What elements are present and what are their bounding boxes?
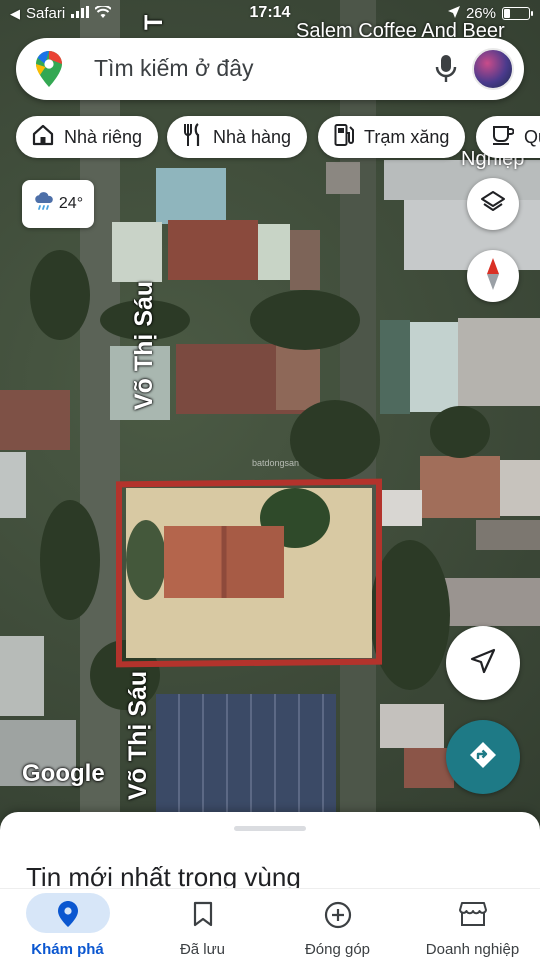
my-location-button[interactable] xyxy=(446,626,520,700)
chip-home[interactable]: Nhà riêng xyxy=(16,116,159,158)
home-icon xyxy=(32,124,54,151)
storefront-icon xyxy=(458,901,487,932)
building xyxy=(436,578,540,626)
nav-business[interactable]: Doanh nghiệp xyxy=(405,889,540,960)
battery-icon xyxy=(502,7,533,20)
compass-button[interactable] xyxy=(467,250,519,302)
location-arrow-icon xyxy=(447,5,460,22)
microphone-icon[interactable] xyxy=(434,54,458,89)
chip-home-label: Nhà riêng xyxy=(64,126,143,147)
add-circle-icon xyxy=(324,901,352,934)
directions-icon xyxy=(468,740,498,775)
chip-gas-station[interactable]: Trạm xăng xyxy=(318,116,466,158)
navigation-arrow-icon xyxy=(470,648,496,679)
chip-restaurant[interactable]: Nhà hàng xyxy=(167,116,308,158)
building xyxy=(156,168,226,224)
tree xyxy=(370,540,450,690)
nav-explore[interactable]: Khám phá xyxy=(0,889,135,960)
search-input[interactable]: Tìm kiếm ở đây xyxy=(94,55,254,82)
chip-gas-station-label: Trạm xăng xyxy=(364,126,450,147)
nav-contribute-label: Đóng góp xyxy=(304,941,371,958)
directions-button[interactable] xyxy=(446,720,520,794)
nav-explore-label: Khám phá xyxy=(31,941,104,958)
avatar[interactable] xyxy=(472,48,514,90)
battery-percent: 26% xyxy=(465,5,496,22)
tree xyxy=(250,290,360,350)
building xyxy=(326,162,360,194)
plot-boundary-outline xyxy=(116,478,382,668)
status-bar: ◀ Safari 17:14 26% xyxy=(0,0,540,30)
coffee-icon xyxy=(492,125,515,150)
building xyxy=(258,224,290,280)
nav-saved-label: Đã lưu xyxy=(179,941,226,958)
layers-icon xyxy=(480,189,506,220)
building xyxy=(500,460,540,516)
tree xyxy=(290,400,380,480)
tree xyxy=(40,500,100,620)
restaurant-icon xyxy=(183,122,203,152)
watermark: batdongsan xyxy=(252,458,300,468)
gas-station-icon xyxy=(334,123,354,152)
chip-cafe-label: Qu xyxy=(524,126,540,147)
explore-pin-icon xyxy=(57,901,78,932)
compass-icon xyxy=(486,257,500,295)
google-logo: Google xyxy=(22,760,105,787)
building xyxy=(290,230,320,290)
bottom-navigation: Khám phá Đã lưu Đóng góp Doanh nghiệp xyxy=(0,888,540,960)
tree xyxy=(30,250,90,340)
search-bar[interactable]: Tìm kiếm ở đây xyxy=(16,38,524,100)
building xyxy=(380,320,410,414)
building xyxy=(0,452,26,518)
building xyxy=(476,520,540,550)
chip-cafe[interactable]: Qu xyxy=(476,116,540,158)
nav-contribute[interactable]: Đóng góp xyxy=(270,889,405,960)
weather-badge[interactable]: 24° xyxy=(22,180,94,228)
road-label-lower: Võ Thị Sáu xyxy=(124,670,152,800)
weather-temp: 24° xyxy=(58,195,84,212)
chip-restaurant-label: Nhà hàng xyxy=(213,126,292,147)
building xyxy=(0,390,70,450)
building xyxy=(276,344,320,410)
building xyxy=(420,456,500,518)
building xyxy=(378,490,422,526)
layers-button[interactable] xyxy=(467,178,519,230)
building xyxy=(0,636,44,716)
road-label-upper: Võ Thị Sáu xyxy=(130,280,158,410)
rain-cloud-icon xyxy=(33,191,55,218)
sheet-drag-handle[interactable] xyxy=(234,826,306,831)
tree xyxy=(430,406,490,458)
building xyxy=(458,318,540,406)
google-maps-pin-icon xyxy=(36,51,62,92)
building xyxy=(410,322,458,412)
nav-business-label: Doanh nghiệp xyxy=(425,941,520,958)
building xyxy=(380,704,444,748)
nav-saved[interactable]: Đã lưu xyxy=(135,889,270,960)
building xyxy=(168,220,258,280)
building xyxy=(112,222,162,282)
bookmark-icon xyxy=(193,901,213,932)
solar-panel-roof xyxy=(156,694,336,812)
